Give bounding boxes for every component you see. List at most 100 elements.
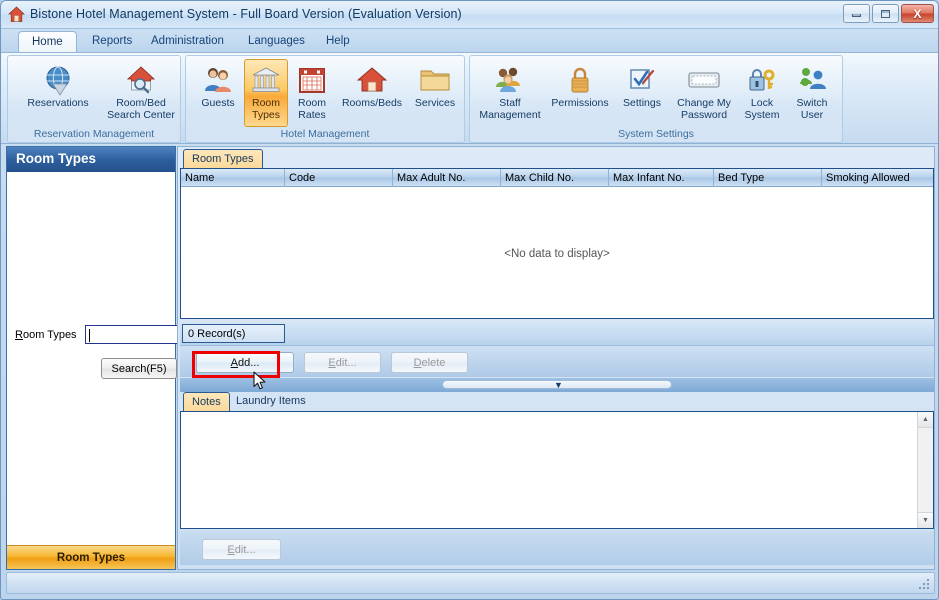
ribbon-button-label-line2: Management bbox=[476, 109, 544, 121]
ribbon-button-label-line1: Room/Bed bbox=[106, 97, 176, 109]
ribbon-button-label-line1: Lock bbox=[740, 97, 784, 109]
ribbon-button-settings[interactable]: Settings bbox=[614, 59, 670, 127]
grid-column-max-child-no[interactable]: Max Child No. bbox=[501, 169, 609, 187]
tab-laundry-items[interactable]: Laundry Items bbox=[228, 392, 314, 411]
ribbon-button-label: Permissions bbox=[547, 97, 613, 109]
arrow-cursor bbox=[253, 371, 267, 391]
ribbon-button-label-line2: Search Center bbox=[106, 109, 176, 121]
ribbon-button-guests[interactable]: Guests bbox=[192, 59, 244, 127]
ribbon-button-label: Rooms/Beds bbox=[337, 97, 407, 109]
status-bar bbox=[6, 572, 935, 594]
edit-button-label: Edit... bbox=[328, 357, 356, 369]
record-count-bar: 0 Record(s) bbox=[180, 323, 934, 345]
ribbon-group-title: System Settings bbox=[470, 127, 842, 141]
document-tab-strip: Room Types bbox=[180, 149, 934, 169]
accel-letter: R bbox=[15, 329, 23, 341]
chevron-down-icon[interactable]: ▼ bbox=[554, 381, 563, 389]
ribbon-button-lock-system[interactable]: Lock System bbox=[738, 59, 786, 127]
sidebar-footer-room-types[interactable]: Room Types bbox=[7, 545, 175, 569]
grid-action-bar: Add... Edit... Delete bbox=[180, 345, 934, 377]
ribbon-button-label: Guests bbox=[193, 97, 243, 109]
ribbon-button-label-line1: Change My bbox=[672, 97, 736, 109]
close-icon: X bbox=[913, 7, 921, 21]
ribbon-group-hotel-management: Guests Room Types bbox=[185, 55, 465, 143]
tab-administration[interactable]: Administration bbox=[138, 31, 237, 52]
tab-help[interactable]: Help bbox=[313, 31, 363, 52]
notes-tab-strip: Notes Laundry Items bbox=[180, 392, 934, 412]
ribbon-button-label: Reservations bbox=[15, 97, 101, 109]
ribbon: Reservations Room/Bed Search Center Rese… bbox=[1, 52, 939, 144]
bank-icon bbox=[245, 63, 287, 97]
room-types-grid[interactable]: Name Code Max Adult No. Max Child No. Ma… bbox=[180, 168, 934, 319]
scroll-down-icon[interactable]: ▼ bbox=[918, 512, 933, 528]
house-icon bbox=[8, 6, 25, 23]
notes-edit-button[interactable]: Edit... bbox=[202, 539, 281, 560]
resize-grip-icon[interactable] bbox=[917, 577, 931, 591]
ribbon-button-room-rates[interactable]: Room Rates bbox=[288, 59, 336, 127]
ribbon-button-label-line2: System bbox=[740, 109, 784, 121]
notes-textarea[interactable]: ▲ ▼ bbox=[180, 411, 934, 529]
edit-button[interactable]: Edit... bbox=[304, 352, 381, 373]
ribbon-button-permissions[interactable]: Permissions bbox=[546, 59, 614, 127]
notes-scrollbar[interactable]: ▲ ▼ bbox=[917, 412, 933, 528]
tab-reports[interactable]: Reports bbox=[79, 31, 145, 52]
delete-button-label: Delete bbox=[414, 357, 446, 369]
window-title: Bistone Hotel Management System - Full B… bbox=[30, 7, 462, 21]
sidebar-title: Room Types bbox=[16, 151, 96, 166]
ribbon-group-title: Reservation Management bbox=[8, 127, 180, 141]
grid-column-name[interactable]: Name bbox=[181, 169, 285, 187]
scroll-up-icon[interactable]: ▲ bbox=[918, 412, 933, 428]
ribbon-button-label-line1: Staff bbox=[476, 97, 544, 109]
keyboard-icon bbox=[671, 63, 737, 97]
document-tab-room-types[interactable]: Room Types bbox=[183, 149, 263, 168]
ribbon-button-services[interactable]: Services bbox=[408, 59, 462, 127]
tab-languages[interactable]: Languages bbox=[235, 31, 318, 52]
splitter-bar[interactable]: ▼ bbox=[180, 378, 934, 392]
ribbon-button-label: Services bbox=[409, 97, 461, 109]
people-icon bbox=[193, 63, 243, 97]
ribbon-button-staff-management[interactable]: Staff Management bbox=[474, 59, 546, 127]
minimize-button[interactable] bbox=[843, 4, 870, 23]
delete-button[interactable]: Delete bbox=[391, 352, 468, 373]
ribbon-button-rooms-beds[interactable]: Rooms/Beds bbox=[336, 59, 408, 127]
ribbon-button-label-line2: Types bbox=[246, 109, 286, 121]
ribbon-group-title: Hotel Management bbox=[186, 127, 464, 141]
sidebar-footer-label: Room Types bbox=[57, 552, 125, 564]
tab-home[interactable]: Home bbox=[18, 31, 77, 52]
ribbon-button-switch-user[interactable]: Switch User bbox=[786, 59, 838, 127]
record-count-label: 0 Record(s) bbox=[182, 324, 285, 343]
ribbon-button-reservations[interactable]: Reservations bbox=[14, 59, 102, 127]
grid-column-bed-type[interactable]: Bed Type bbox=[714, 169, 822, 187]
text-caret bbox=[89, 329, 90, 342]
ribbon-button-change-my-password[interactable]: Change My Password bbox=[670, 59, 738, 127]
grid-column-smoking-allowed[interactable]: Smoking Allowed bbox=[822, 169, 933, 187]
ribbon-button-label-line2: Rates bbox=[290, 109, 334, 121]
ribbon-button-room-bed-search-center[interactable]: Room/Bed Search Center bbox=[104, 59, 178, 127]
globe-icon bbox=[15, 63, 101, 97]
grid-column-code[interactable]: Code bbox=[285, 169, 393, 187]
ribbon-group-system-settings: Staff Management Permissions bbox=[469, 55, 843, 143]
close-button[interactable]: X bbox=[901, 4, 934, 23]
notes-edit-button-label: Edit... bbox=[227, 544, 255, 556]
main-content-area: Room Types Name Code Max Adult No. Max C… bbox=[177, 146, 935, 570]
grid-column-max-infant-no[interactable]: Max Infant No. bbox=[609, 169, 714, 187]
checkbox-pen-icon bbox=[615, 63, 669, 97]
ribbon-button-label-line2: User bbox=[788, 109, 836, 121]
room-types-search-input[interactable] bbox=[85, 325, 179, 344]
maximize-button[interactable] bbox=[872, 4, 899, 23]
room-types-field-label: Room Types bbox=[15, 329, 77, 341]
grid-column-max-adult-no[interactable]: Max Adult No. bbox=[393, 169, 501, 187]
ribbon-button-label-line1: Room bbox=[290, 97, 334, 109]
house-icon bbox=[337, 63, 407, 97]
grid-empty-message: <No data to display> bbox=[181, 187, 933, 320]
ribbon-button-room-types[interactable]: Room Types bbox=[244, 59, 288, 127]
search-button[interactable]: Search(F5) bbox=[101, 358, 177, 379]
ribbon-tab-strip: Home Reports Administration Languages He… bbox=[1, 29, 939, 52]
ribbon-button-label: Settings bbox=[615, 97, 669, 109]
tab-notes[interactable]: Notes bbox=[183, 392, 230, 411]
calendar-icon bbox=[289, 63, 335, 97]
lock-key-icon bbox=[739, 63, 785, 97]
folder-icon bbox=[409, 63, 461, 97]
sidebar-header: Room Types bbox=[7, 147, 175, 172]
ribbon-group-reservation-management: Reservations Room/Bed Search Center Rese… bbox=[7, 55, 181, 143]
